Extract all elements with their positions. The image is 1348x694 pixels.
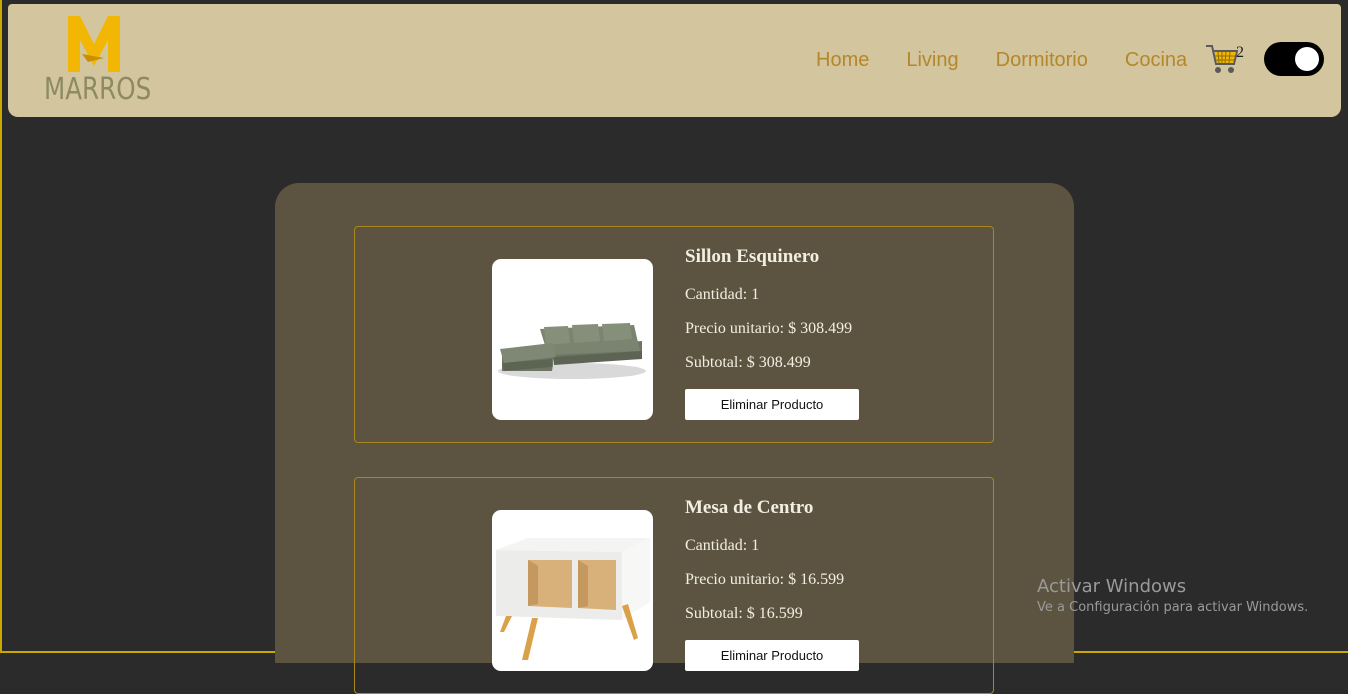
- remove-product-button[interactable]: Eliminar Producto: [685, 389, 859, 420]
- cart-count-badge: 2: [1236, 44, 1244, 61]
- logo-wordmark: MARROS: [44, 72, 152, 107]
- main-nav: Home Living Dormitorio Cocina: [816, 48, 1224, 72]
- cart-item-card: Sillon Esquinero Cantidad: 1 Precio unit…: [354, 226, 994, 443]
- theme-toggle[interactable]: [1264, 42, 1324, 76]
- nav-link-dormitorio[interactable]: Dormitorio: [996, 48, 1088, 72]
- remove-product-button[interactable]: Eliminar Producto: [685, 640, 859, 671]
- product-subtotal: Subtotal: $ 308.499: [685, 354, 811, 371]
- cart-item-card: Mesa de Centro Cantidad: 1 Precio unitar…: [354, 477, 994, 694]
- cart-item-info: Mesa de Centro Cantidad: 1 Precio unitar…: [685, 496, 844, 638]
- product-quantity: Cantidad: 1: [685, 286, 760, 303]
- product-unit-price: Precio unitario: $ 308.499: [685, 320, 853, 337]
- product-image-table: [492, 510, 653, 671]
- product-name: Mesa de Centro: [685, 497, 814, 518]
- logo-m-icon: [68, 16, 120, 72]
- nav-link-cocina[interactable]: Cocina: [1125, 48, 1187, 72]
- watermark-subtitle: Ve a Configuración para activar Windows.: [1037, 600, 1309, 615]
- cart-icon[interactable]: [1204, 42, 1240, 76]
- brand-logo[interactable]: MARROS: [44, 14, 152, 107]
- nav-link-living[interactable]: Living: [906, 48, 958, 72]
- cart-item-info: Sillon Esquinero Cantidad: 1 Precio unit…: [685, 245, 852, 387]
- watermark-title: Activar Windows: [1037, 576, 1187, 597]
- product-image-sofa: [492, 259, 653, 420]
- windows-activation-watermark: Activar Windows Ve a Configuración para …: [1037, 576, 1308, 618]
- nav-link-home[interactable]: Home: [816, 48, 869, 72]
- product-name: Sillon Esquinero: [685, 246, 820, 267]
- toggle-knob: [1295, 47, 1319, 71]
- product-subtotal: Subtotal: $ 16.599: [685, 605, 803, 622]
- product-quantity: Cantidad: 1: [685, 537, 760, 554]
- navbar: MARROS Home Living Dormitorio Cocina 2: [8, 4, 1341, 117]
- product-unit-price: Precio unitario: $ 16.599: [685, 571, 845, 588]
